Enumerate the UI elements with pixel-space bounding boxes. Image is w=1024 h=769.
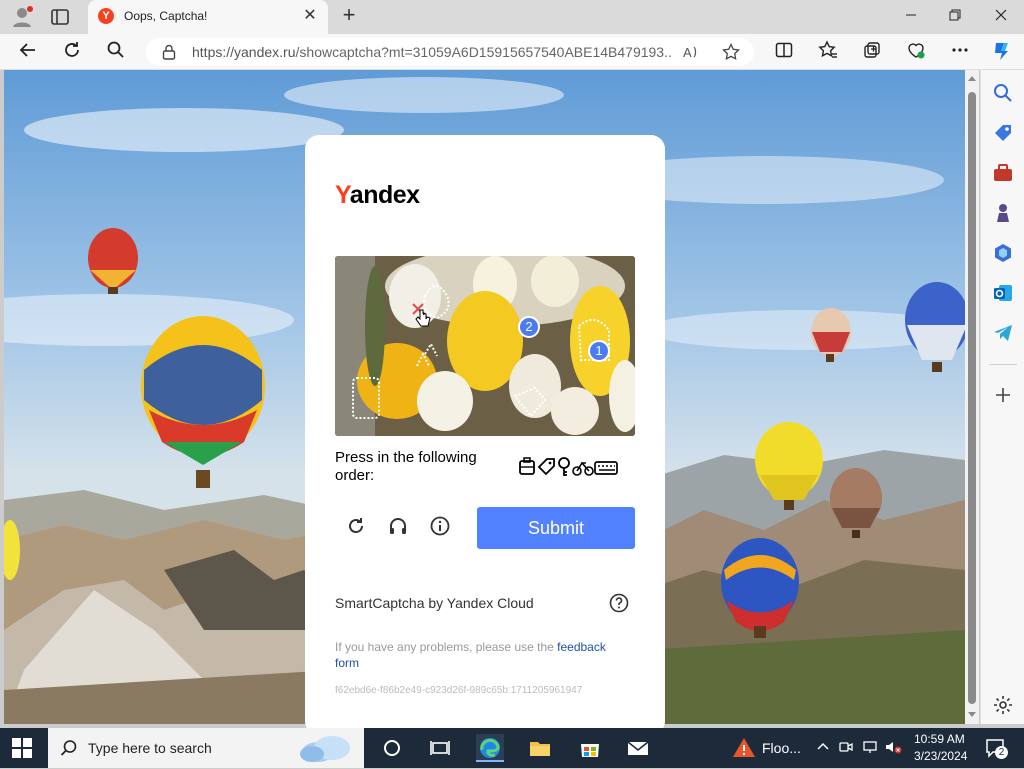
captcha-hash: f62ebd6e-f86b2e49-c923d26f-989c65b:17112… [335, 685, 583, 696]
click-marker[interactable]: 1 [588, 340, 610, 362]
taskbar-search-placeholder: Type here to search [88, 740, 212, 756]
weather-warning-icon[interactable] [730, 734, 758, 762]
tray-chevron-up-icon[interactable] [816, 740, 830, 759]
sidebar-outlook-icon[interactable] [992, 282, 1014, 304]
url-host: https://yandex.ru [192, 44, 296, 60]
edge-taskbar-icon[interactable] [476, 734, 504, 762]
tag-icon [537, 458, 555, 476]
favorite-star-icon[interactable] [722, 42, 740, 66]
sidebar-tools-icon[interactable] [992, 162, 1014, 184]
hand-cursor-icon [415, 308, 431, 333]
logo-letter-y: Y [335, 181, 350, 209]
scroll-up-arrow-icon[interactable] [968, 76, 976, 81]
captcha-instruction: Press in the following order: [335, 449, 477, 484]
click-marker[interactable]: 2 [518, 316, 540, 338]
captcha-image[interactable]: 2 1 [335, 256, 635, 436]
yandex-logo: Yandex [335, 181, 420, 210]
cortana-icon[interactable] [378, 734, 406, 762]
weather-label[interactable]: Floo... [762, 740, 801, 756]
scroll-thumb[interactable] [968, 92, 976, 704]
sidebar-telegram-icon[interactable] [992, 322, 1014, 344]
audio-captcha-icon[interactable] [387, 515, 411, 539]
split-screen-icon[interactable] [772, 40, 796, 64]
bicycle-icon [572, 461, 594, 476]
tab-title: Oops, Captcha! [124, 9, 208, 23]
windows-taskbar: Type here to search Floo... 10:59 AM 3/2… [0, 728, 1024, 768]
workspaces-icon[interactable] [48, 5, 72, 29]
tab-close-icon[interactable]: ✕ [302, 8, 318, 24]
url-text[interactable]: https://yandex.ru/showcaptcha?mt=31059A6… [192, 44, 672, 60]
address-bar[interactable]: https://yandex.ru/showcaptcha?mt=31059A6… [146, 38, 754, 66]
tray-network-icon[interactable] [862, 739, 878, 760]
taskbar-search-box[interactable]: Type here to search [48, 728, 364, 768]
more-menu-icon[interactable] [948, 40, 972, 64]
logo-rest: andex [349, 181, 420, 209]
sidebar-shopping-icon[interactable] [992, 122, 1014, 144]
notifications-icon[interactable]: 2 [984, 736, 1008, 760]
new-tab-button[interactable]: + [338, 4, 360, 27]
svg-text:A: A [683, 45, 692, 60]
notification-count-badge: 2 [995, 746, 1008, 759]
edge-sidebar [980, 70, 1024, 724]
smartcaptcha-brand: SmartCaptcha by Yandex Cloud [335, 595, 534, 611]
keyboard-icon [594, 461, 618, 475]
sidebar-divider [989, 364, 1017, 365]
info-icon[interactable] [429, 515, 453, 539]
refresh-captcha-icon[interactable] [345, 515, 369, 539]
vertical-scrollbar[interactable] [965, 70, 979, 724]
sidebar-settings-icon[interactable] [992, 694, 1014, 716]
refresh-button[interactable] [60, 40, 84, 64]
sidebar-search-icon[interactable] [992, 82, 1014, 104]
tab-active[interactable]: Y Oops, Captcha! ✕ [88, 0, 328, 34]
tray-volume-muted-icon[interactable] [884, 739, 902, 760]
windows-start-icon[interactable] [12, 738, 32, 758]
profile-icon[interactable] [10, 5, 34, 29]
file-explorer-icon[interactable] [526, 734, 554, 762]
clock-date[interactable]: 3/23/2024 [914, 749, 967, 763]
tab-strip: Y Oops, Captcha! ✕ + [0, 0, 1024, 34]
problems-text: If you have any problems, please use the [335, 640, 554, 654]
lock-icon[interactable] [162, 44, 176, 60]
tray-meet-icon[interactable] [838, 739, 854, 760]
restore-button[interactable] [940, 4, 970, 28]
bag-icon [519, 457, 535, 475]
url-path: /showcaptcha?mt=31059A6D15915657540ABE14… [295, 44, 672, 60]
store-icon[interactable] [576, 734, 604, 762]
key-icon [558, 457, 570, 476]
read-aloud-icon[interactable]: A [682, 43, 700, 66]
browser-toolbar: https://yandex.ru/showcaptcha?mt=31059A6… [0, 34, 1024, 70]
browser-essentials-icon[interactable] [904, 40, 928, 64]
taskbar-search-icon [60, 739, 78, 762]
task-sequence [519, 457, 619, 477]
yandex-favicon-icon: Y [98, 8, 114, 24]
clock-time[interactable]: 10:59 AM [914, 732, 965, 746]
sidebar-office-icon[interactable] [992, 242, 1014, 264]
search-highlight-cloud-icon [294, 732, 356, 769]
copilot-icon[interactable] [990, 40, 1014, 64]
problems-note: If you have any problems, please use the… [335, 639, 625, 671]
scroll-down-arrow-icon[interactable] [968, 712, 976, 717]
mail-icon[interactable] [624, 734, 652, 762]
sidebar-games-icon[interactable] [992, 202, 1014, 224]
sidebar-add-icon[interactable] [992, 384, 1014, 406]
submit-button[interactable]: Submit [477, 507, 635, 549]
task-view-icon[interactable] [426, 734, 454, 762]
help-icon[interactable] [609, 593, 629, 613]
collections-icon[interactable] [860, 40, 884, 64]
favorites-icon[interactable] [816, 40, 840, 64]
search-icon[interactable] [104, 40, 128, 64]
minimize-button[interactable] [896, 4, 926, 28]
close-window-button[interactable] [986, 4, 1016, 28]
captcha-card: Yandex 2 1 Press in the following order:… [305, 135, 665, 735]
back-button[interactable] [16, 40, 40, 64]
